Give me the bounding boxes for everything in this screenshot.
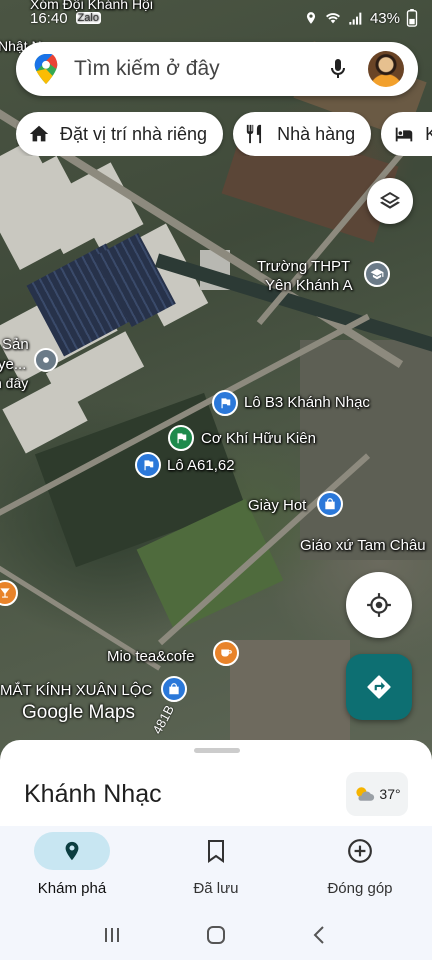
sheet-drag-handle[interactable] xyxy=(194,748,240,753)
weather-chip[interactable]: 37° xyxy=(346,772,408,816)
map-label-mio[interactable]: Mio tea&cofe xyxy=(107,648,195,665)
chip-set-home[interactable]: Đặt vị trí nhà riêng xyxy=(16,112,224,156)
map-label-glasses[interactable]: MẮT KÍNH XUÂN LỘC xyxy=(0,682,152,699)
partly-cloudy-icon xyxy=(356,787,375,801)
battery-icon xyxy=(406,9,418,27)
google-maps-logo-icon xyxy=(34,54,58,84)
map-label-co-khi[interactable]: Cơ Khí Hữu Kiên xyxy=(201,430,316,447)
cafe-pin-icon[interactable] xyxy=(213,640,239,666)
system-navigation-bar xyxy=(0,910,432,960)
temperature: 37° xyxy=(379,786,401,802)
map-field xyxy=(300,340,432,560)
back-icon[interactable] xyxy=(308,923,332,947)
chip-label: Nhà hàng xyxy=(277,123,356,144)
account-avatar[interactable] xyxy=(368,51,404,87)
map-label-lot-a61[interactable]: Lô A61,62 xyxy=(167,457,235,474)
map-label-school-line2[interactable]: Yên Khánh A xyxy=(265,277,353,294)
status-bar: 16:40 Zalo 43% xyxy=(0,0,432,36)
flag-pin-icon[interactable] xyxy=(168,425,194,451)
flag-pin-icon[interactable] xyxy=(212,390,238,416)
chip-label: Đặt vị trí nhà riêng xyxy=(60,123,208,144)
wifi-icon xyxy=(325,13,340,24)
current-area-name[interactable]: Khánh Nhạc xyxy=(24,780,162,809)
nav-explore[interactable]: Khám phá xyxy=(0,826,144,910)
chip-restaurants[interactable]: Nhà hàng xyxy=(233,112,372,156)
signal-icon xyxy=(349,12,362,25)
nav-saved-pill xyxy=(178,832,254,870)
school-pin-icon[interactable] xyxy=(364,261,390,287)
poi-pin-icon[interactable] xyxy=(34,348,58,372)
category-chips: Đặt vị trí nhà riêng Nhà hàng Kh xyxy=(16,112,432,156)
add-circle-icon xyxy=(348,839,372,863)
map-label-san[interactable]: Sản xyxy=(2,336,29,353)
recent-apps-icon[interactable] xyxy=(100,923,124,947)
explore-pin-icon xyxy=(65,841,79,861)
bottom-navigation: Khám phá Đã lưu Đóng góp xyxy=(0,826,432,910)
map-label-giay-hot[interactable]: Giày Hot xyxy=(248,497,306,514)
zalo-notification-icon: Zalo xyxy=(75,12,101,24)
bar-pin-icon[interactable] xyxy=(0,580,18,606)
microphone-icon[interactable] xyxy=(326,57,350,81)
bottom-sheet[interactable]: Khánh Nhạc 37° xyxy=(0,740,432,830)
crosshair-icon xyxy=(367,593,391,617)
google-maps-attribution: Google Maps xyxy=(22,702,136,723)
nav-label: Khám phá xyxy=(37,880,107,897)
search-bar[interactable]: Tìm kiếm ở đây xyxy=(16,42,418,96)
my-location-button[interactable] xyxy=(346,572,412,638)
home-icon xyxy=(29,125,49,142)
nav-contribute[interactable]: Đóng góp xyxy=(288,826,432,910)
chip-hotels[interactable]: Kh xyxy=(381,112,432,156)
nav-label: Đóng góp xyxy=(327,880,393,897)
restaurant-icon xyxy=(246,124,262,144)
map-label-lot-b3[interactable]: Lô B3 Khánh Nhạc xyxy=(244,394,370,411)
directions-icon xyxy=(367,675,391,699)
nav-contribute-pill xyxy=(322,832,398,870)
chip-label: Kh xyxy=(425,123,432,144)
nav-label: Đã lưu xyxy=(193,880,239,897)
home-button-icon[interactable] xyxy=(204,923,228,947)
map-label-church[interactable]: Giáo xứ Tam Châu xyxy=(300,537,426,554)
hotel-icon xyxy=(395,127,413,142)
layers-icon xyxy=(380,192,400,209)
bookmark-icon xyxy=(208,840,224,863)
map-field xyxy=(230,640,350,750)
shopping-pin-icon[interactable] xyxy=(317,491,343,517)
map-label-school[interactable]: Trường THPT xyxy=(257,258,350,275)
map-label-ye[interactable]: ye... xyxy=(0,356,26,373)
nav-saved[interactable]: Đã lưu xyxy=(144,826,288,910)
layers-button[interactable] xyxy=(367,178,413,224)
status-time: 16:40 xyxy=(30,9,68,27)
directions-button[interactable] xyxy=(346,654,412,720)
location-icon xyxy=(306,12,316,24)
flag-pin-icon[interactable] xyxy=(135,452,161,478)
map-label-day[interactable]: n đây xyxy=(0,375,28,391)
search-placeholder[interactable]: Tìm kiếm ở đây xyxy=(74,57,326,81)
nav-explore-pill xyxy=(34,832,110,870)
battery-percent: 43% xyxy=(369,9,400,27)
shopping-pin-icon[interactable] xyxy=(161,676,187,702)
